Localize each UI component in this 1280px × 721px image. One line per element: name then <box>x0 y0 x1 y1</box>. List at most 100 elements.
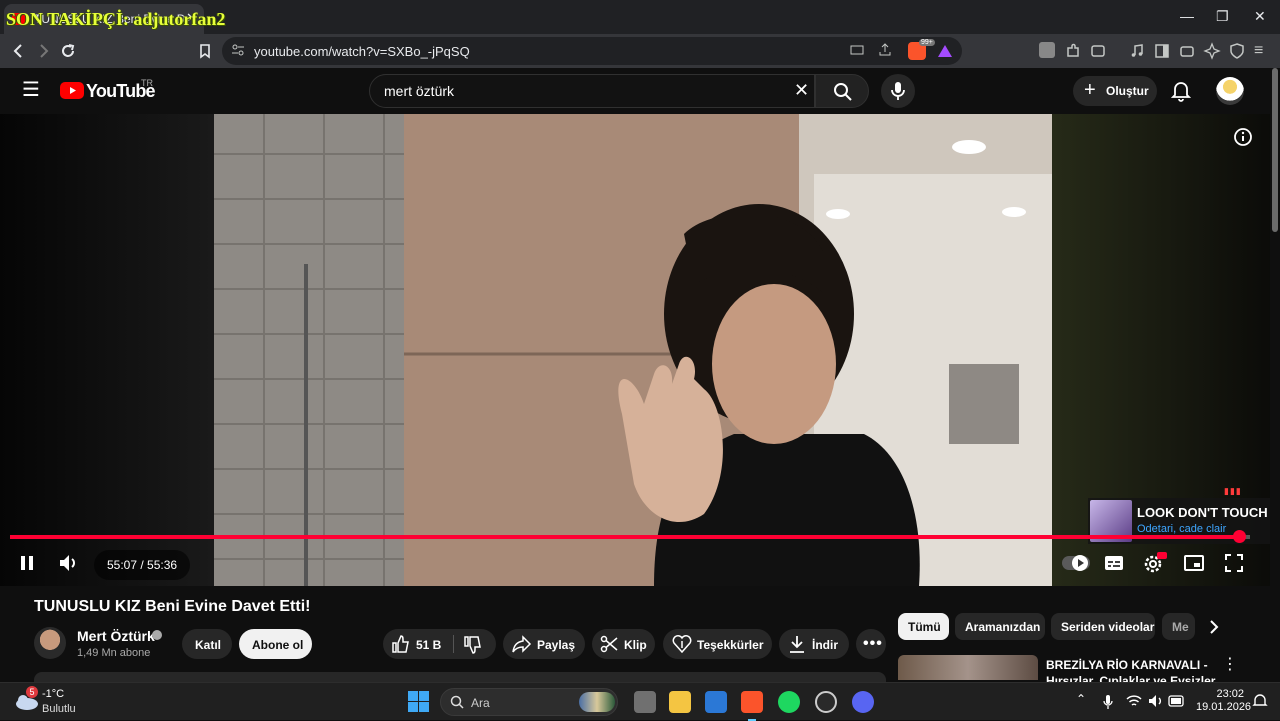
recommendation-title[interactable]: BREZİLYA RİO KARNAVALI - Hırsızlar, Çıpl… <box>1046 657 1221 682</box>
close-icon[interactable]: ✕ <box>1254 8 1266 25</box>
share-icon[interactable] <box>877 42 893 58</box>
subscribe-button[interactable]: Abone ol <box>239 629 312 659</box>
chip-truncated[interactable]: Me <box>1162 613 1195 640</box>
site-settings-icon[interactable] <box>230 42 246 58</box>
obs-icon[interactable] <box>815 691 837 713</box>
recommendation-thumbnail[interactable] <box>898 655 1038 680</box>
progress-fill <box>10 535 1240 539</box>
media-music-icon[interactable] <box>1128 42 1146 60</box>
extensions-puzzle-icon[interactable] <box>1064 42 1082 60</box>
share-label: Paylaş <box>537 638 576 652</box>
channel-name[interactable]: Mert Öztürk <box>77 628 155 644</box>
progress-bar[interactable] <box>10 530 1250 543</box>
brave-shields-badge: 99+ <box>919 39 935 46</box>
chip-label: Aramanızdan <box>965 620 1041 634</box>
create-label: Oluştur <box>1106 84 1149 98</box>
youtube-logo-icon[interactable] <box>60 82 84 99</box>
clock-time: 23:02 <box>1216 688 1244 700</box>
restore-icon[interactable]: ❐ <box>1216 8 1229 25</box>
weather-temperature: -1°C <box>42 688 65 700</box>
microsoft-store-icon[interactable] <box>705 691 727 713</box>
file-explorer-icon[interactable] <box>669 691 691 713</box>
download-button[interactable]: İndir <box>779 629 849 659</box>
like-dislike-group: 51 B <box>383 629 496 659</box>
autoplay-toggle-knob <box>1072 555 1088 571</box>
page-scrollbar[interactable] <box>1270 68 1280 682</box>
like-icon[interactable] <box>391 634 411 654</box>
video-scene-image <box>214 114 1052 586</box>
more-actions-button[interactable]: ••• <box>856 629 886 659</box>
url-text: youtube.com/watch?v=SXBo_-jPqSQ <box>254 44 470 59</box>
spotify-icon[interactable] <box>778 691 800 713</box>
fullscreen-icon[interactable] <box>1225 554 1243 572</box>
create-button[interactable]: + Oluştur <box>1073 76 1157 106</box>
taskbar-search[interactable]: Ara <box>440 688 618 716</box>
microphone-tray-icon[interactable] <box>1102 694 1114 710</box>
brave-rewards-icon[interactable] <box>936 42 954 60</box>
info-icon[interactable] <box>1233 127 1253 147</box>
weather-badge: 5 <box>26 686 38 698</box>
windows-start-icon[interactable] <box>408 691 429 712</box>
pause-icon[interactable] <box>19 554 35 572</box>
join-button[interactable]: Katıl <box>182 629 232 659</box>
youtube-header: ☰ YouTube TR mert öztürk ✕ + Oluştur <box>0 68 1280 114</box>
chip-all[interactable]: Tümü <box>898 613 949 640</box>
screenshot-icon[interactable] <box>1089 42 1107 60</box>
forward-icon[interactable] <box>34 42 52 60</box>
bookmark-icon[interactable] <box>196 42 214 60</box>
autoplay-toggle[interactable] <box>1062 555 1090 571</box>
search-button[interactable] <box>815 74 869 108</box>
voice-search-button[interactable] <box>881 74 915 108</box>
battery-icon[interactable] <box>1168 695 1186 707</box>
task-view-icon[interactable] <box>634 691 656 713</box>
time-display: 55:07 / 55:36 <box>94 550 190 580</box>
description-box[interactable] <box>34 672 886 682</box>
theater-mode-icon[interactable] <box>1184 555 1204 571</box>
music-artist: Odetari, cade clair <box>1137 523 1227 535</box>
chevron-right-icon[interactable] <box>1208 619 1220 635</box>
minimize-icon[interactable]: — <box>1180 8 1194 24</box>
thanks-button[interactable]: Teşekkürler <box>663 629 772 659</box>
system-clock[interactable]: 23:02 19.01.2026 <box>1196 688 1251 714</box>
extension-icon[interactable] <box>1039 42 1055 58</box>
back-icon[interactable] <box>10 42 28 60</box>
brave-browser-icon[interactable] <box>741 691 763 713</box>
clear-search-icon[interactable]: ✕ <box>794 80 809 101</box>
vpn-icon[interactable] <box>1228 42 1246 60</box>
scrollbar-thumb[interactable] <box>1272 68 1278 232</box>
reload-icon[interactable] <box>59 42 77 60</box>
like-count[interactable]: 51 B <box>416 638 441 652</box>
chip-from-search[interactable]: Aramanızdan <box>955 613 1045 640</box>
dislike-icon[interactable] <box>463 635 483 655</box>
search-icon <box>834 83 852 101</box>
speaker-icon[interactable] <box>1148 694 1164 708</box>
channel-avatar[interactable] <box>34 627 66 659</box>
search-input[interactable]: mert öztürk ✕ <box>369 74 815 108</box>
settings-gear-icon[interactable] <box>1143 552 1167 574</box>
video-frame[interactable] <box>214 114 1052 586</box>
volume-icon[interactable] <box>58 553 80 573</box>
show-hidden-icons-icon[interactable]: ⌃ <box>1076 692 1086 706</box>
notification-center-icon[interactable] <box>1252 693 1268 709</box>
chip-series-videos[interactable]: Seriden videolar <box>1051 613 1155 640</box>
hamburger-menu-icon[interactable]: ☰ <box>22 80 40 100</box>
taskbar-search-icon <box>450 695 464 709</box>
wallet-icon[interactable] <box>1178 42 1196 60</box>
leo-ai-icon[interactable] <box>1203 42 1221 60</box>
address-bar[interactable]: youtube.com/watch?v=SXBo_-jPqSQ 99+ <box>222 37 962 65</box>
subtitles-icon[interactable] <box>1104 555 1124 571</box>
clip-button[interactable]: Klip <box>592 629 655 659</box>
notifications-bell-icon[interactable] <box>1171 80 1191 102</box>
share-button[interactable]: Paylaş <box>503 629 585 659</box>
browser-tab-bar: TUNUSLU KIZ Beni Evine Davet Etti! ✕ SON… <box>0 0 1280 34</box>
sidebar-icon[interactable] <box>1153 42 1171 60</box>
menu-icon[interactable]: ≡ <box>1254 42 1263 60</box>
account-avatar[interactable] <box>1216 77 1244 105</box>
cast-icon[interactable] <box>849 42 865 58</box>
scissors-icon <box>600 635 618 653</box>
wifi-icon[interactable] <box>1126 694 1142 708</box>
discord-icon[interactable] <box>852 691 874 713</box>
recommendation-more-icon[interactable]: ⋮ <box>1222 655 1238 675</box>
video-player[interactable]: LOOK DON'T TOUCH (V Odetari, cade clair … <box>0 114 1280 586</box>
subscriber-count: 1,49 Mn abone <box>77 647 151 659</box>
